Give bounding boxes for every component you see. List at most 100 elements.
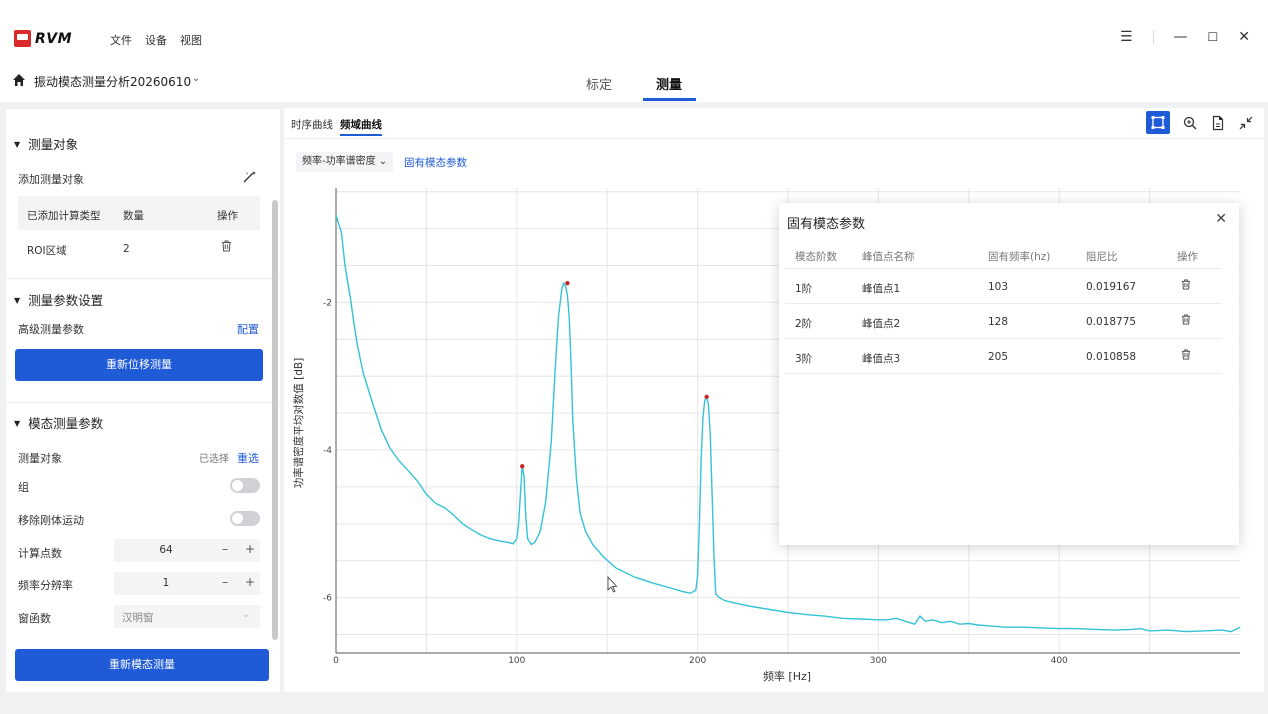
minus-icon[interactable]: – — [222, 542, 228, 556]
section-title: 测量对象 — [28, 137, 79, 152]
divider — [6, 402, 280, 403]
measure-object-label: 测量对象 — [18, 452, 62, 465]
row-damping: 0.019167 — [1086, 281, 1137, 293]
group-toggle[interactable] — [230, 478, 260, 493]
window-func-select[interactable]: 汉明窗 ⌄ — [114, 605, 260, 628]
divider — [6, 108, 280, 109]
trash-icon[interactable] — [1181, 279, 1191, 290]
reselect-link[interactable]: 重选 — [237, 450, 259, 466]
header-count: 数量 — [123, 210, 144, 222]
divider — [785, 373, 1222, 374]
section-modal-params[interactable]: ▼ 模态测量参数 — [14, 413, 103, 432]
left-panel: ▼ 测量对象 添加测量对象 已添加计算类型 数量 操作 ROI区域 2 ▼ 测量参数… — [6, 108, 280, 692]
home-icon[interactable] — [12, 73, 26, 87]
table-header: 已添加计算类型 数量 操作 — [18, 196, 260, 230]
row-damping: 0.010858 — [1086, 351, 1137, 363]
divider — [785, 303, 1222, 304]
section-title: 测量参数设置 — [28, 293, 104, 308]
close-icon[interactable]: ✕ — [1215, 211, 1227, 227]
y-axis-label: 功率谱密度平均对数值 [dB] — [292, 358, 305, 488]
y-axis-ticks: -2 -4 -6 — [323, 298, 332, 603]
x-tick-label: 300 — [870, 656, 887, 666]
divider — [785, 268, 1222, 269]
y-tick-label: -6 — [323, 594, 332, 604]
magic-wand-icon[interactable] — [242, 170, 258, 184]
minus-icon[interactable]: – — [222, 575, 228, 589]
row-freq: 205 — [988, 351, 1009, 363]
divider — [6, 278, 280, 279]
peak-point — [520, 464, 525, 469]
group-label: 组 — [18, 481, 29, 494]
maximize-icon[interactable]: ☐ — [1208, 30, 1219, 44]
row-order: 3阶 — [795, 353, 813, 365]
trash-icon[interactable] — [1181, 349, 1191, 360]
chevron-down-icon[interactable]: ⌄ — [192, 73, 200, 84]
row-damping: 0.018775 — [1086, 316, 1137, 328]
trash-icon[interactable] — [221, 240, 232, 252]
selected-text: 已选择 — [199, 454, 229, 465]
collapse-triangle-icon: ▼ — [14, 419, 21, 428]
tab-calibration[interactable]: 标定 — [586, 74, 612, 93]
header-damping: 阻尼比 — [1086, 251, 1118, 263]
resolution-value[interactable]: 1 — [114, 577, 218, 589]
menu-file[interactable]: 文件 — [110, 32, 132, 48]
peak-markers — [520, 281, 709, 469]
remove-rigid-toggle[interactable] — [230, 511, 260, 526]
config-link[interactable]: 配置 — [237, 321, 259, 337]
modal-params-dialog: 固有模态参数 ✕ 模态阶数 峰值点名称 固有频率(hz) 阻尼比 操作 1阶 峰… — [779, 203, 1239, 545]
points-value[interactable]: 64 — [114, 544, 218, 556]
row-peak-name: 峰值点1 — [862, 283, 901, 295]
app-logo: RVM — [14, 30, 72, 47]
active-tab-indicator — [643, 98, 696, 101]
logo-text: RVM — [35, 30, 73, 47]
re-modal-measure-button[interactable]: 重新模态测量 — [15, 649, 269, 681]
window-controls: ☰ — ☐ ✕ — [1120, 29, 1250, 45]
x-tick-label: 400 — [1051, 656, 1068, 666]
header-order: 模态阶数 — [795, 251, 837, 263]
roi-type: ROI区域 — [27, 245, 67, 257]
advanced-params-label: 高级测量参数 — [18, 323, 84, 336]
x-axis-ticks: 0 100 200 300 400 — [333, 656, 1068, 666]
close-icon[interactable]: ✕ — [1238, 29, 1250, 45]
header-action: 操作 — [217, 210, 238, 222]
row-freq: 128 — [988, 316, 1009, 328]
row-freq: 103 — [988, 281, 1009, 293]
points-stepper[interactable]: 64 – + — [114, 539, 260, 562]
re-displacement-measure-button[interactable]: 重新位移测量 — [15, 349, 263, 381]
trash-icon[interactable] — [1181, 314, 1191, 325]
section-measure-object[interactable]: ▼ 测量对象 — [14, 134, 78, 153]
row-order: 1阶 — [795, 283, 813, 295]
project-bar: 振动模态测量分析20260610 ⌄ 标定 测量 — [0, 60, 1268, 102]
logo-icon — [14, 30, 31, 47]
modal-title: 固有模态参数 — [787, 217, 866, 232]
header-action: 操作 — [1177, 251, 1198, 263]
plus-icon[interactable]: + — [245, 542, 255, 556]
collapse-triangle-icon: ▼ — [14, 140, 21, 149]
row-peak-name: 峰值点3 — [862, 353, 901, 365]
remove-rigid-label: 移除刚体运动 — [18, 514, 84, 527]
menu-device[interactable]: 设备 — [145, 32, 167, 48]
roi-count: 2 — [123, 243, 130, 255]
section-title: 模态测量参数 — [28, 416, 104, 431]
resolution-label: 频率分辨率 — [18, 579, 73, 592]
menu-view[interactable]: 视图 — [180, 32, 202, 48]
plus-icon[interactable]: + — [245, 575, 255, 589]
header-peak-name: 峰值点名称 — [862, 251, 915, 263]
left-scrollbar[interactable] — [272, 200, 278, 640]
resolution-stepper[interactable]: 1 – + — [114, 572, 260, 595]
row-peak-name: 峰值点2 — [862, 318, 901, 330]
x-tick-label: 0 — [333, 656, 339, 666]
title-bar: RVM 文件 设备 视图 ☰ — ☐ ✕ — [0, 0, 1268, 60]
project-title[interactable]: 振动模态测量分析20260610 — [34, 73, 191, 90]
x-tick-label: 200 — [689, 656, 706, 666]
menu-bar: 文件 设备 视图 — [110, 32, 202, 48]
tab-measure[interactable]: 测量 — [656, 74, 682, 93]
section-measure-params[interactable]: ▼ 测量参数设置 — [14, 290, 103, 309]
collapse-triangle-icon: ▼ — [14, 296, 21, 305]
minimize-icon[interactable]: — — [1174, 29, 1188, 45]
chevron-down-icon: ⌄ — [241, 609, 250, 620]
header-freq: 固有频率(hz) — [988, 251, 1051, 263]
y-tick-label: -2 — [323, 298, 332, 308]
x-tick-label: 100 — [508, 656, 525, 666]
menu-icon[interactable]: ☰ — [1120, 29, 1133, 45]
